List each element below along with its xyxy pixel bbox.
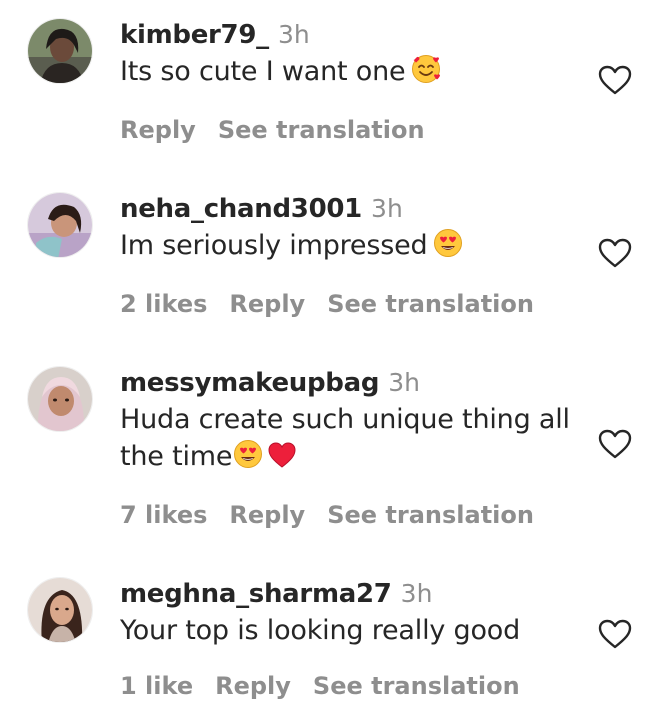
comment-text: Your top is looking really good (120, 615, 521, 646)
reply-button[interactable]: Reply (229, 290, 305, 318)
avatar[interactable] (27, 192, 93, 258)
heart-outline-icon (598, 619, 632, 649)
comment-text: Its so cute I want one (120, 56, 406, 87)
like-count[interactable]: 7 likes (120, 501, 207, 529)
see-translation-button[interactable]: See translation (327, 501, 534, 529)
heart-outline-icon (598, 429, 632, 459)
like-button[interactable] (597, 64, 633, 96)
comment-timestamp: 3h (400, 579, 433, 608)
comment-text: Huda create such unique thing all (120, 404, 570, 435)
comment-text-continued: the time (120, 441, 233, 472)
see-translation-button[interactable]: See translation (313, 672, 520, 700)
like-button[interactable] (597, 237, 633, 269)
like-count[interactable]: 1 like (120, 672, 193, 700)
comment-username[interactable]: meghna_sharma27 (120, 579, 392, 609)
smiling-face-with-hearts-emoji (411, 54, 441, 84)
avatar[interactable] (27, 18, 93, 84)
like-count[interactable]: 2 likes (120, 290, 207, 318)
heart-outline-icon (598, 238, 632, 268)
heart-eyes-emoji (433, 228, 463, 258)
comment-text: Im seriously impressed (120, 230, 428, 261)
avatar[interactable] (27, 366, 93, 432)
reply-button[interactable]: Reply (120, 116, 196, 144)
see-translation-button[interactable]: See translation (218, 116, 425, 144)
comment-username[interactable]: kimber79_ (120, 20, 269, 50)
comment-username[interactable]: neha_chand3001 (120, 194, 362, 224)
comment-timestamp: 3h (277, 20, 310, 49)
red-heart-emoji (267, 441, 297, 469)
comment-timestamp: 3h (388, 368, 421, 397)
comment-timestamp: 3h (371, 194, 403, 223)
see-translation-button[interactable]: See translation (327, 290, 534, 318)
like-button[interactable] (597, 428, 633, 460)
comment-username[interactable]: messymakeupbag (120, 368, 379, 398)
reply-button[interactable]: Reply (215, 672, 291, 700)
avatar[interactable] (27, 577, 93, 643)
reply-button[interactable]: Reply (229, 501, 305, 529)
like-button[interactable] (597, 618, 633, 650)
heart-eyes-emoji (233, 439, 263, 469)
heart-outline-icon (598, 65, 632, 95)
